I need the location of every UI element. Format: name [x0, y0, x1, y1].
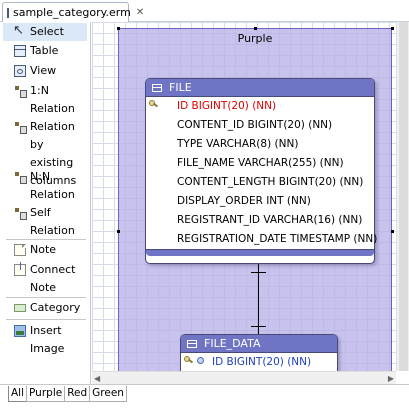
column-text: FILE_NAME VARCHAR(255) (NN) — [177, 157, 344, 169]
column-text: TYPE VARCHAR(8) (NN) — [177, 138, 299, 150]
palette-separator — [6, 319, 86, 320]
horizontal-scrollbar[interactable]: ◀ ▶ — [92, 371, 396, 384]
palette-label: Self Relation — [30, 206, 75, 237]
relation-1n-icon — [14, 85, 27, 98]
table-column[interactable]: REGISTRATION_DATE TIMESTAMP (NN) — [146, 230, 378, 249]
diagram-canvas[interactable]: Purple FILE ID BIGINT(20) (NN) CONTENT_I… — [92, 22, 396, 371]
table-column[interactable]: TYPE VARCHAR(8) (NN) — [146, 135, 374, 154]
connect-note-icon — [14, 262, 26, 276]
table-icon — [152, 83, 162, 92]
table-column[interactable]: FILE_NAME VARCHAR(255) (NN) — [146, 154, 374, 173]
self-relation-icon — [14, 207, 27, 220]
palette-label: Category — [30, 301, 81, 314]
vertical-scrollbar[interactable] — [396, 22, 409, 371]
view-icon — [14, 65, 26, 77]
palette-separator — [6, 297, 86, 298]
table-header: FILE_DATA — [181, 335, 337, 353]
palette-select[interactable]: Select — [3, 22, 87, 41]
table-column[interactable]: ID BIGINT(20) (NN) — [181, 353, 337, 371]
palette-label: Connect Note — [30, 263, 76, 294]
selection-handle[interactable] — [117, 230, 120, 233]
table-column[interactable]: DISPLAY_ORDER INT (NN) — [146, 192, 374, 211]
column-text: CONTENT_ID BIGINT(20) (NN) — [177, 119, 333, 131]
primary-key-icon — [149, 100, 158, 109]
table-column[interactable]: CONTENT_LENGTH BIGINT(20) (NN) — [146, 173, 374, 192]
category-title: Purple — [237, 32, 273, 45]
table-column[interactable]: CONTENT_ID BIGINT(20) (NN) — [146, 116, 374, 135]
editor-tab[interactable]: sample_category.erm ✕ — [2, 2, 144, 22]
table-file-data[interactable]: FILE_DATA ID BIGINT(20) (NN) — [180, 334, 338, 371]
category-icon — [14, 304, 26, 312]
column-text: REGISTRANT_ID VARCHAR(16) (NN) — [177, 214, 363, 226]
palette-note[interactable]: Note — [3, 241, 87, 259]
foreign-key-icon — [197, 357, 204, 364]
selection-handle[interactable] — [254, 27, 257, 30]
insert-image-icon — [14, 325, 26, 337]
relationship-tick — [251, 272, 266, 273]
table-footer — [146, 249, 374, 256]
column-text: DISPLAY_ORDER INT (NN) — [177, 195, 311, 207]
table-column[interactable]: ID BIGINT(20) (NN) — [146, 97, 374, 116]
vertical-scroll-thumb[interactable] — [399, 22, 408, 371]
close-icon[interactable]: ✕ — [136, 7, 144, 18]
palette-relation-1n[interactable]: 1:N Relation — [3, 82, 87, 118]
select-arrow-icon — [13, 22, 26, 40]
relationship-tick — [251, 326, 266, 327]
column-text: REGISTRATION_DATE TIMESTAMP (NN) — [177, 233, 378, 245]
tab-green[interactable]: Green — [89, 386, 127, 402]
tab-red[interactable]: Red — [64, 386, 91, 402]
table-name: FILE_DATA — [204, 337, 261, 350]
palette-insert-image[interactable]: Insert Image — [3, 322, 87, 358]
palette-relation-nn[interactable]: N:N Relation — [3, 168, 87, 204]
palette-separator — [6, 239, 86, 240]
editor-tab-label: sample_category.erm — [13, 6, 131, 19]
table-header: FILE — [146, 79, 374, 97]
palette-self-relation[interactable]: Self Relation — [3, 204, 87, 240]
relation-existing-icon — [14, 121, 27, 134]
category-tabs: All Purple Red Green — [0, 384, 409, 409]
relation-nn-icon — [14, 171, 27, 184]
selection-handle[interactable] — [117, 27, 120, 30]
editor-tab-bar: sample_category.erm ✕ — [0, 0, 409, 22]
tab-all[interactable]: All — [8, 386, 28, 402]
palette-label: Insert Image — [30, 324, 65, 355]
tab-purple[interactable]: Purple — [26, 386, 66, 402]
table-column[interactable]: REGISTRANT_ID VARCHAR(16) (NN) — [146, 211, 374, 230]
table-name: FILE — [169, 81, 192, 94]
table-file[interactable]: FILE ID BIGINT(20) (NN) CONTENT_ID BIGIN… — [145, 78, 378, 264]
palette-category[interactable]: Category — [3, 299, 87, 317]
palette-label: Table — [30, 44, 59, 57]
note-icon — [14, 244, 26, 256]
column-text: ID BIGINT(20) (NN) — [212, 356, 312, 368]
table-icon — [187, 339, 197, 348]
primary-key-icon — [184, 356, 193, 365]
palette-label: Note — [30, 243, 57, 256]
palette-table[interactable]: Table — [3, 42, 87, 60]
palette-label: N:N Relation — [30, 170, 75, 201]
table-icon — [14, 45, 26, 57]
column-text: ID BIGINT(20) (NN) — [177, 100, 277, 112]
palette-view[interactable]: View — [3, 62, 87, 80]
palette: Select Table View 1:N Relation Relation … — [0, 22, 91, 384]
selection-handle[interactable] — [391, 27, 394, 30]
palette-connect-note[interactable]: Connect Note — [3, 261, 87, 297]
palette-label: View — [30, 64, 57, 77]
palette-label: Select — [30, 25, 64, 38]
erm-file-icon — [7, 7, 9, 18]
selection-handle[interactable] — [391, 230, 394, 233]
column-text: CONTENT_LENGTH BIGINT(20) (NN) — [177, 176, 364, 188]
palette-label: 1:N Relation — [30, 84, 75, 115]
